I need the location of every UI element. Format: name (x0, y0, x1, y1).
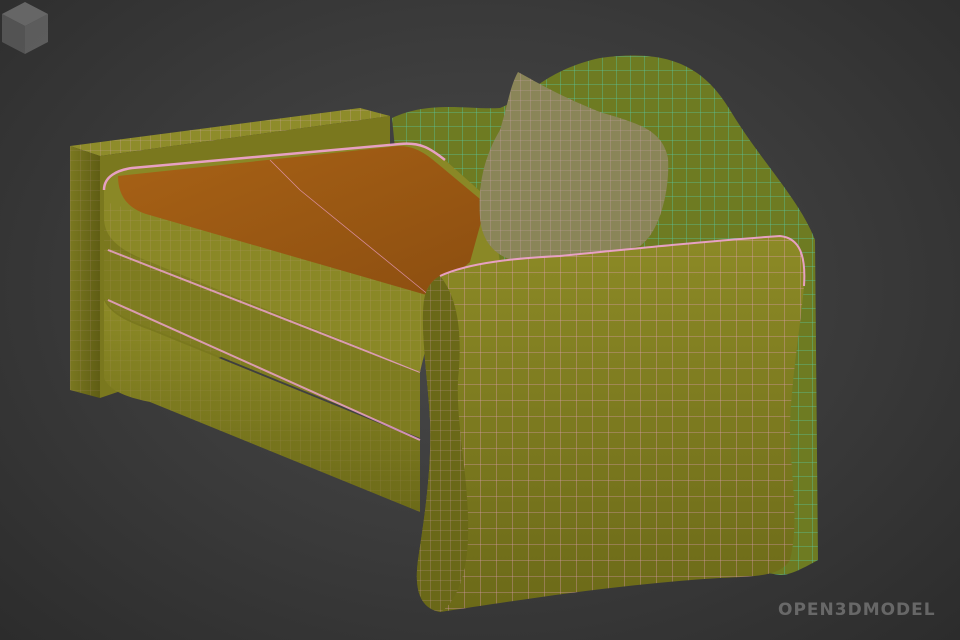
cube-icon (2, 2, 48, 54)
watermark-text: OPEN3DMODEL (778, 600, 936, 620)
sofa-right-armrest (416, 234, 806, 612)
sofa-render (70, 55, 818, 612)
viewport: OPEN3DMODEL (0, 0, 960, 640)
